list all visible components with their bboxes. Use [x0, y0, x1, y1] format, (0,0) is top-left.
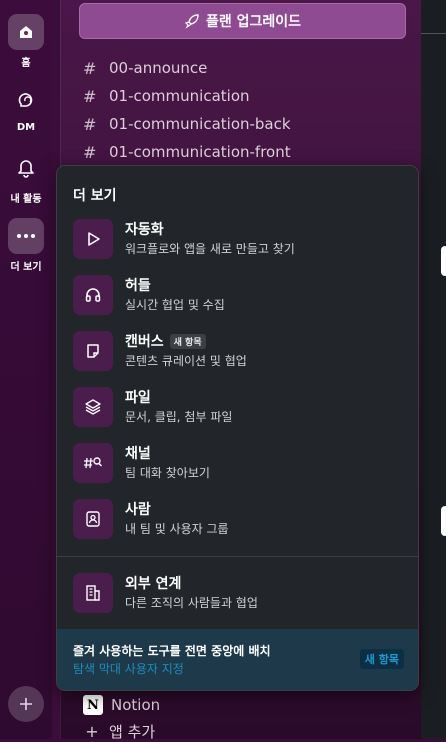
menu-item-desc: 콘텐츠 큐레이션 및 협업: [125, 354, 247, 368]
channel-label: 01-communication: [109, 87, 250, 105]
people-icon: [73, 499, 113, 539]
home-icon: [8, 14, 44, 50]
menu-item-desc: 다른 조직의 사람들과 협업: [125, 596, 258, 610]
menu-item-desc: 팀 대화 찾아보기: [125, 466, 210, 480]
popup-title: 더 보기: [73, 188, 117, 204]
menu-item-files[interactable]: 파일 문서, 클립, 첨부 파일: [73, 386, 403, 430]
notion-icon: N: [83, 695, 103, 715]
rail-item-home[interactable]: 홈: [0, 14, 52, 69]
menu-item-title: 허들: [125, 278, 151, 294]
more-menu-popup: 더 보기 자동화 워크플로와 앱을 새로 만들고 찾기 허들 실시간 협업 및 …: [56, 165, 419, 691]
promo-title: 즐겨 사용하는 도구를 전면 중앙에 배치: [73, 644, 271, 658]
hash-icon: #: [83, 86, 97, 106]
rail-label-dm: DM: [16, 122, 36, 133]
plus-icon: [20, 698, 32, 710]
menu-item-title-text: 캔버스: [125, 334, 164, 350]
divider: [421, 33, 446, 34]
upgrade-plan-label: 플랜 업그레이드: [205, 14, 302, 30]
menu-item-desc: 문서, 클립, 첨부 파일: [125, 410, 233, 424]
channel-item[interactable]: #00-announce: [83, 54, 207, 82]
menu-item-automation[interactable]: 자동화 워크플로와 앱을 새로 만들고 찾기: [73, 218, 403, 262]
workspace-rail: 홈 DM 내 활동 더 보기: [0, 0, 52, 739]
menu-item-title: 캔버스 새 항목: [125, 331, 206, 351]
add-workspace-button[interactable]: [8, 686, 44, 722]
customize-nav-promo[interactable]: 즐겨 사용하는 도구를 전면 중앙에 배치 탐색 막대 사용자 지정 새 항목: [57, 629, 418, 690]
menu-item-title: 파일: [125, 390, 151, 406]
hash-icon: #: [83, 114, 97, 134]
hash-icon: #: [83, 142, 97, 162]
resize-handle[interactable]: [441, 246, 446, 276]
resize-handle[interactable]: [441, 506, 446, 536]
layers-icon: [73, 387, 113, 427]
rail-label-more: 더 보기: [10, 262, 42, 273]
menu-item-canvas[interactable]: 캔버스 새 항목 콘텐츠 큐레이션 및 협업: [73, 330, 403, 374]
menu-item-desc: 워크플로와 앱을 새로 만들고 찾기: [125, 242, 295, 256]
menu-item-channels[interactable]: 채널 팀 대화 찾아보기: [73, 442, 403, 486]
rail-item-dm[interactable]: DM: [0, 82, 52, 133]
menu-item-people[interactable]: 사람 내 팀 및 사용자 그룹: [73, 498, 403, 542]
rail-label-activity: 내 활동: [10, 194, 42, 205]
channel-item[interactable]: #01-communication-back: [83, 110, 291, 138]
menu-item-desc: 실시간 협업 및 수집: [125, 298, 225, 312]
channel-item[interactable]: #01-communication-front: [83, 138, 291, 166]
rail-item-more[interactable]: 더 보기: [0, 218, 52, 273]
play-icon: [73, 219, 113, 259]
canvas-icon: [73, 331, 113, 371]
menu-item-title: 자동화: [125, 222, 164, 238]
channel-label: 01-communication-back: [109, 115, 291, 133]
channel-label: 00-announce: [109, 59, 208, 77]
upgrade-plan-button[interactable]: 플랜 업그레이드: [79, 3, 406, 39]
channel-label: 01-communication-front: [109, 143, 291, 161]
main-area-edge: [421, 0, 446, 739]
rocket-icon: [184, 14, 199, 29]
app-item-notion[interactable]: N Notion: [83, 695, 160, 715]
rail-label-home: 홈: [21, 58, 31, 69]
rail-item-activity[interactable]: 내 활동: [0, 150, 52, 205]
hash-icon: #: [83, 58, 97, 78]
more-icon: [8, 218, 44, 254]
promo-link[interactable]: 탐색 막대 사용자 지정: [73, 660, 184, 677]
channel-item[interactable]: #01-communication: [83, 82, 250, 110]
new-badge: 새 항목: [359, 649, 404, 669]
app-label: Notion: [111, 696, 161, 714]
menu-item-title: 채널: [125, 446, 151, 462]
headphones-icon: [73, 275, 113, 315]
menu-item-huddles[interactable]: 허들 실시간 협업 및 수집: [73, 274, 403, 318]
menu-item-title: 사람: [125, 502, 151, 518]
bell-icon: [8, 150, 44, 186]
plus-icon: +: [85, 722, 99, 741]
menu-item-external-connections[interactable]: 외부 연계 다른 조직의 사람들과 협업: [73, 572, 403, 616]
menu-item-title: 외부 연계: [125, 576, 182, 592]
dm-icon: [8, 82, 44, 118]
menu-divider: [57, 556, 418, 557]
building-icon: [73, 573, 113, 613]
menu-item-desc: 내 팀 및 사용자 그룹: [125, 522, 229, 536]
new-badge: 새 항목: [169, 333, 206, 349]
channel-search-icon: [73, 443, 113, 483]
